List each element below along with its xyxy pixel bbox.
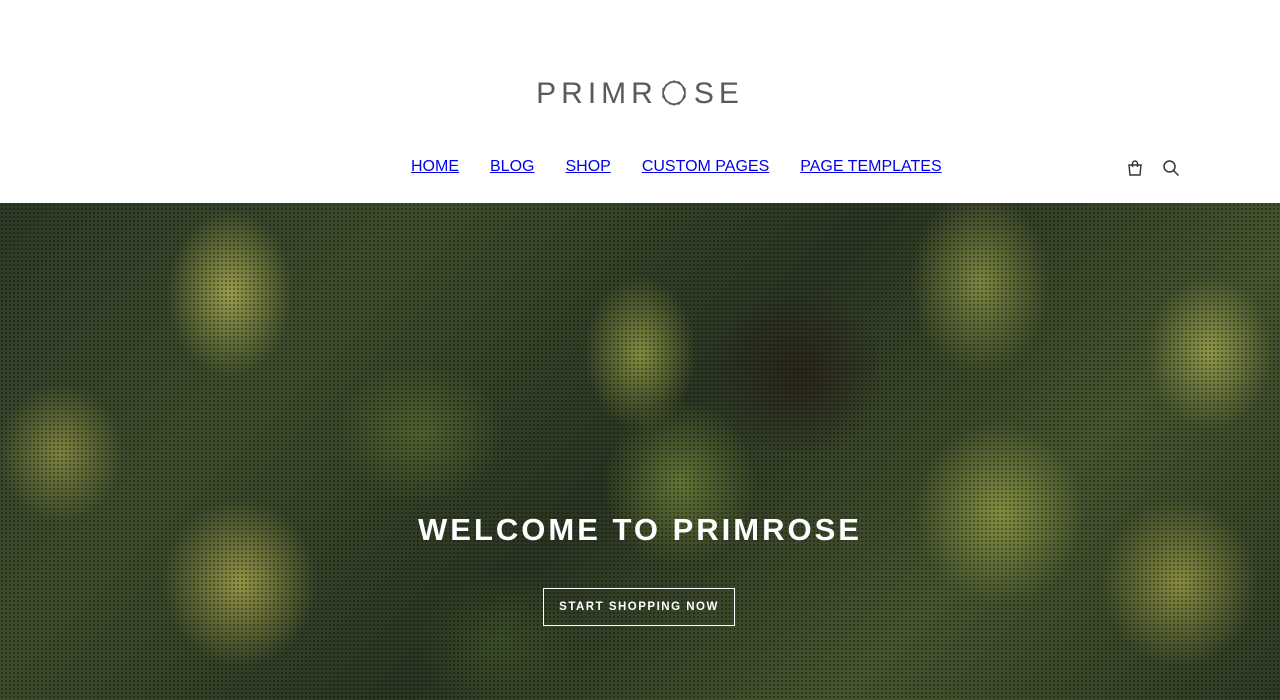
shopping-bag-icon[interactable] (1125, 158, 1145, 178)
nav-item-shop[interactable]: SHOP (565, 158, 610, 176)
site-header: PRIMR SE HOME BLOG SHOP CUSTOM PAGES PAG… (0, 0, 1280, 203)
logo-wordmark: PRIMR SE (536, 74, 744, 114)
hero-banner: WELCOME TO PRIMROSE START SHOPPING NOW (0, 203, 1280, 700)
main-nav: HOME BLOG SHOP CUSTOM PAGES PAGE TEMPLAT… (411, 158, 942, 176)
site-logo[interactable]: PRIMR SE (0, 74, 1280, 114)
nav-item-blog[interactable]: BLOG (490, 158, 534, 176)
search-icon[interactable] (1161, 158, 1181, 178)
header-actions (1125, 158, 1181, 178)
nav-item-page-templates[interactable]: PAGE TEMPLATES (800, 158, 941, 176)
hero-title: WELCOME TO PRIMROSE (418, 512, 862, 547)
nav-item-home[interactable]: HOME (411, 158, 459, 176)
logo-text-right: SE (693, 77, 744, 110)
logo-rose-icon (660, 78, 690, 110)
logo-text-left: PRIMR (536, 77, 658, 110)
nav-item-custom-pages[interactable]: CUSTOM PAGES (642, 158, 769, 176)
start-shopping-button[interactable]: START SHOPPING NOW (543, 588, 735, 626)
